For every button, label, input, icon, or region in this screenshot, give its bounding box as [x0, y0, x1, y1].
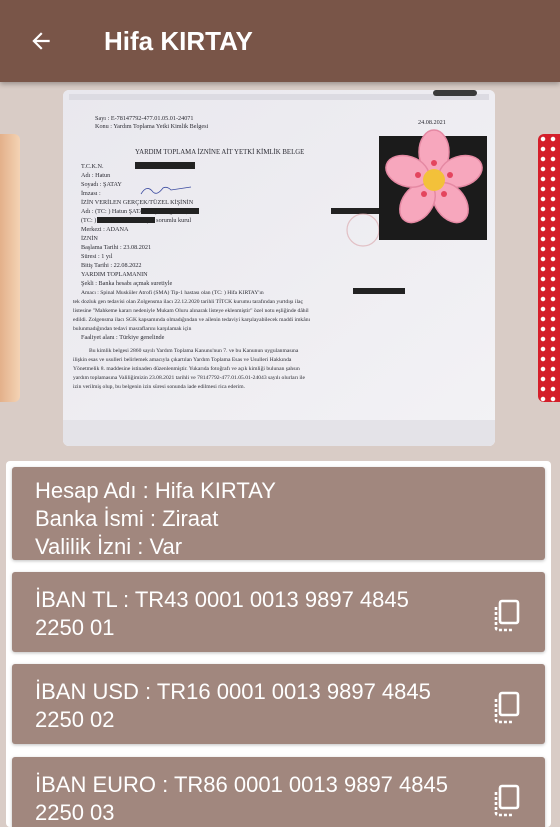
doc-date: 24.08.2021 [418, 119, 446, 126]
iban-usd-line1: İBAN USD : TR16 0001 0013 9897 4845 [35, 679, 431, 704]
back-button[interactable] [0, 0, 82, 82]
iban-card-tl: İBAN TL : TR43 0001 0013 9897 4845 2250 … [12, 572, 545, 652]
doc-amaci-3: listesine "Mahkeme kararı nedeniyle Muka… [73, 307, 309, 314]
copy-icon [494, 784, 520, 817]
page-title: Hifa KIRTAY [104, 25, 253, 56]
carousel-prev-image[interactable] [0, 134, 20, 402]
copy-icon [494, 599, 520, 632]
doc-suresi: Süresi : 1 yıl [81, 253, 113, 260]
account-info-list[interactable]: Hesap Adı : Hifa KIRTAY Banka İsmi : Zir… [6, 461, 551, 827]
copy-iban-tl-button[interactable] [491, 598, 523, 634]
iban-card-euro: İBAN EURO : TR86 0001 0013 9897 4845 225… [12, 757, 545, 827]
doc-baslama: Başlama Tarihi : 23.08.2021 [81, 244, 151, 251]
document-image[interactable]: Sayı : E-78147792-477.01.05.01-24071 Kon… [63, 90, 495, 446]
doc-body-1: Bu kimlik belgesi 2860 sayılı Yardım Top… [89, 348, 299, 354]
doc-bitis: Bitiş Tarihi : 22.08.2022 [81, 262, 141, 269]
arrow-back-icon [32, 32, 50, 50]
doc-amaci-2: tek dozluk gen tedavisi olan Zolgensma i… [73, 298, 303, 305]
doc-body-5: izin verilmiş olup, bu belgenin izin sür… [73, 384, 246, 390]
doc-amaci-5: bulunmadığından tedavi masraflarını karş… [73, 325, 192, 332]
flower-sticker [379, 129, 487, 240]
doc-yardim-heading: YARDIM TOPLAMANIN [81, 271, 148, 278]
doc-imzasi: İmzası : [81, 190, 101, 197]
doc-body-2: ilişkin esas ve usulleri belirlemek amac… [73, 357, 292, 363]
account-name: Hesap Adı : Hifa KIRTAY [35, 478, 276, 503]
permit-document: Sayı : E-78147792-477.01.05.01-24071 Kon… [63, 90, 495, 446]
doc-amaci-4: edildi. Zolgensma ilacı SGK kapsamında o… [73, 316, 310, 323]
doc-adi: Adı : Hatun [81, 172, 110, 179]
copy-iban-euro-button[interactable] [491, 783, 523, 819]
doc-amaci: Amacı : Spinal Musküler Atrofi (SMA) Tip… [81, 289, 264, 296]
doc-ref-line: Sayı : E-78147792-477.01.05.01-24071 [95, 115, 193, 122]
doc-body-3: Yönetmelik 8. maddesine istinaden düzenl… [73, 365, 300, 372]
doc-body-4: yardım toplamasına Valiliğimizin 23.08.2… [73, 374, 306, 381]
iban-tl-line1: İBAN TL : TR43 0001 0013 9897 4845 [35, 587, 409, 612]
doc-soyadi: Soyadı : ŞATAY [81, 181, 122, 188]
doc-heading: YARDIM TOPLAMA İZNİNE AİT YETKİ KİMLİK B… [135, 149, 304, 156]
doc-merkezi: Merkezi : ADANA [81, 226, 129, 233]
iban-tl-line2: 2250 01 [35, 615, 115, 640]
copy-icon [494, 691, 520, 724]
iban-usd-line2: 2250 02 [35, 707, 115, 732]
iban-euro-line2: 2250 03 [35, 800, 115, 825]
doc-faaliyet: Faaliyet alanı : Türkiye genelinde [81, 334, 165, 341]
carousel-next-image[interactable] [538, 134, 560, 402]
app-bar: Hifa KIRTAY [0, 0, 560, 82]
doc-tckn: T.C.K.N. [81, 163, 104, 170]
account-summary-card: Hesap Adı : Hifa KIRTAY Banka İsmi : Zir… [12, 467, 545, 560]
doc-sekli: Şekli : Banka hesabı açmak suretiyle [81, 280, 172, 287]
image-carousel[interactable]: Sayı : E-78147792-477.01.05.01-24071 Kon… [0, 82, 560, 460]
doc-izin-heading: İZİN VERİLEN GERÇEK/TÜZEL KİŞİNİN [81, 199, 194, 206]
iban-euro-line1: İBAN EURO : TR86 0001 0013 9897 4845 [35, 772, 448, 797]
iban-card-usd: İBAN USD : TR16 0001 0013 9897 4845 2250… [12, 664, 545, 744]
governorship-permit: Valilik İzni : Var [35, 534, 183, 559]
doc-izin-label: İZNİN [81, 235, 98, 242]
copy-iban-usd-button[interactable] [491, 690, 523, 726]
bank-name: Banka İsmi : Ziraat [35, 506, 219, 531]
doc-subject-line: Konu : Yardım Toplama Yetki Kimlik Belge… [95, 123, 209, 130]
